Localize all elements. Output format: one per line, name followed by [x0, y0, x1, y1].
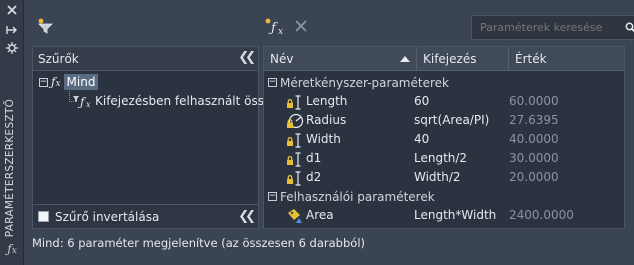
toolbar: ƒ x [24, 0, 634, 42]
parameter-expression[interactable]: sqrt(Area/PI) [414, 111, 489, 130]
parameter-expression[interactable]: 60 [414, 92, 429, 111]
tree-node-label[interactable]: Mind [63, 74, 99, 90]
column-header-value[interactable]: Érték [509, 47, 626, 71]
linear-dimension-lock-icon [287, 151, 301, 167]
column-header-expression[interactable]: Kifejezés [417, 47, 509, 71]
linear-dimension-lock-icon [287, 132, 301, 148]
column-header-label: Érték [515, 52, 547, 66]
column-header-label: Név [270, 52, 294, 66]
delete-icon[interactable] [290, 15, 312, 37]
svg-text:x: x [278, 27, 283, 35]
parameter-value: 40.0000 [509, 132, 559, 146]
parameter-expression[interactable]: Width/2 [414, 168, 461, 187]
filters-footer: Szűrő invertálása ❮❮ [33, 204, 258, 228]
group-title: Méretkényszer-paraméterek [280, 75, 449, 90]
parameter-expression[interactable]: 40 [414, 130, 429, 149]
filters-title: Szűrők [38, 51, 79, 66]
parameter-row[interactable]: d1 Length/2 30.0000 [264, 149, 624, 168]
sort-ascending-icon [400, 56, 410, 62]
parameter-value: 30.0000 [509, 151, 559, 165]
column-header-name[interactable]: Név [264, 47, 417, 71]
parameter-row[interactable]: Width 40 40.0000 [264, 130, 624, 149]
linear-dimension-lock-icon [287, 170, 301, 186]
parameter-row[interactable]: Length 60 60.0000 [264, 92, 624, 111]
parameter-name: Width [306, 132, 341, 146]
close-icon[interactable] [4, 4, 20, 18]
invert-filter-checkbox[interactable] [38, 211, 49, 222]
properties-icon[interactable] [4, 42, 20, 56]
search-box[interactable] [471, 15, 634, 40]
invert-filter-label[interactable]: Szűrő invertálása [55, 210, 159, 224]
tree-node-label[interactable]: Kifejezésben felhasznált összes [95, 94, 284, 108]
parameter-name: Length [306, 94, 348, 108]
tree-node-all[interactable]: − ƒx Mind [39, 73, 99, 91]
user-parameter-icon [288, 208, 302, 223]
svg-text:ƒ: ƒ [268, 21, 278, 35]
filters-panel: Szűrők ❮❮ − ƒx Mind ƒ x Kifejezésben fel… [32, 46, 284, 229]
parameter-name: Radius [306, 113, 347, 127]
parameter-value: 27.6395 [509, 113, 559, 127]
group-title: Felhasználói paraméterek [280, 189, 435, 204]
collapse-group-icon[interactable]: − [268, 192, 277, 201]
parameter-row[interactable]: Area Length*Width 2400.0000 [264, 206, 624, 225]
parameter-value: 60.0000 [509, 94, 559, 108]
status-bar: Mind: 6 paraméter megjelenítve (az össze… [32, 236, 366, 250]
tree-node-used-in-expression[interactable]: ƒ x Kifejezésben felhasznált összes [73, 92, 284, 110]
search-input[interactable] [480, 21, 620, 34]
group-row-user[interactable]: − Felhasználói paraméterek [264, 187, 624, 206]
radial-dimension-lock-icon [287, 113, 304, 128]
linear-dimension-lock-icon [287, 94, 301, 110]
palette-strip: PARAMÉTERSZERKESZTŐ ƒx [0, 0, 24, 265]
collapse-group-icon[interactable]: − [268, 78, 277, 87]
collapse-filters-footer-icon[interactable]: ❮❮ [238, 209, 256, 224]
auto-hide-icon[interactable] [4, 24, 20, 38]
parameters-grid: Név Kifejezés Érték − Méretkényszer-para… [263, 46, 625, 229]
group-row-dimensional[interactable]: − Méretkényszer-paraméterek [264, 73, 624, 92]
palette-title: PARAMÉTERSZERKESZTŐ [4, 98, 16, 238]
parameter-value: 20.0000 [509, 170, 559, 184]
filters-header: Szűrők ❮❮ [33, 47, 258, 71]
collapse-node-icon[interactable]: − [39, 77, 48, 87]
expression-filter-icon: ƒ x [73, 95, 91, 108]
fx-icon: ƒx [51, 75, 61, 89]
column-header-label: Kifejezés [423, 52, 477, 66]
parameter-name: Area [306, 208, 334, 222]
filter-icon[interactable] [34, 15, 56, 37]
parameter-name: d1 [306, 151, 322, 165]
collapse-filters-icon[interactable]: ❮❮ [238, 50, 256, 65]
parameter-row[interactable]: d2 Width/2 20.0000 [264, 168, 624, 187]
parameter-name: d2 [306, 170, 322, 184]
search-icon[interactable] [625, 22, 634, 36]
fx-icon: ƒx [7, 242, 17, 256]
svg-text:x: x [86, 100, 91, 108]
parameter-row[interactable]: Radius sqrt(Area/PI) 27.6395 [264, 111, 624, 130]
parameter-expression[interactable]: Length/2 [414, 149, 467, 168]
parameter-value: 2400.0000 [509, 208, 574, 222]
parameter-expression[interactable]: Length*Width [414, 206, 496, 225]
grid-header: Név Kifejezés Érték [264, 47, 624, 71]
new-user-parameter-icon[interactable]: ƒ x [264, 15, 286, 37]
